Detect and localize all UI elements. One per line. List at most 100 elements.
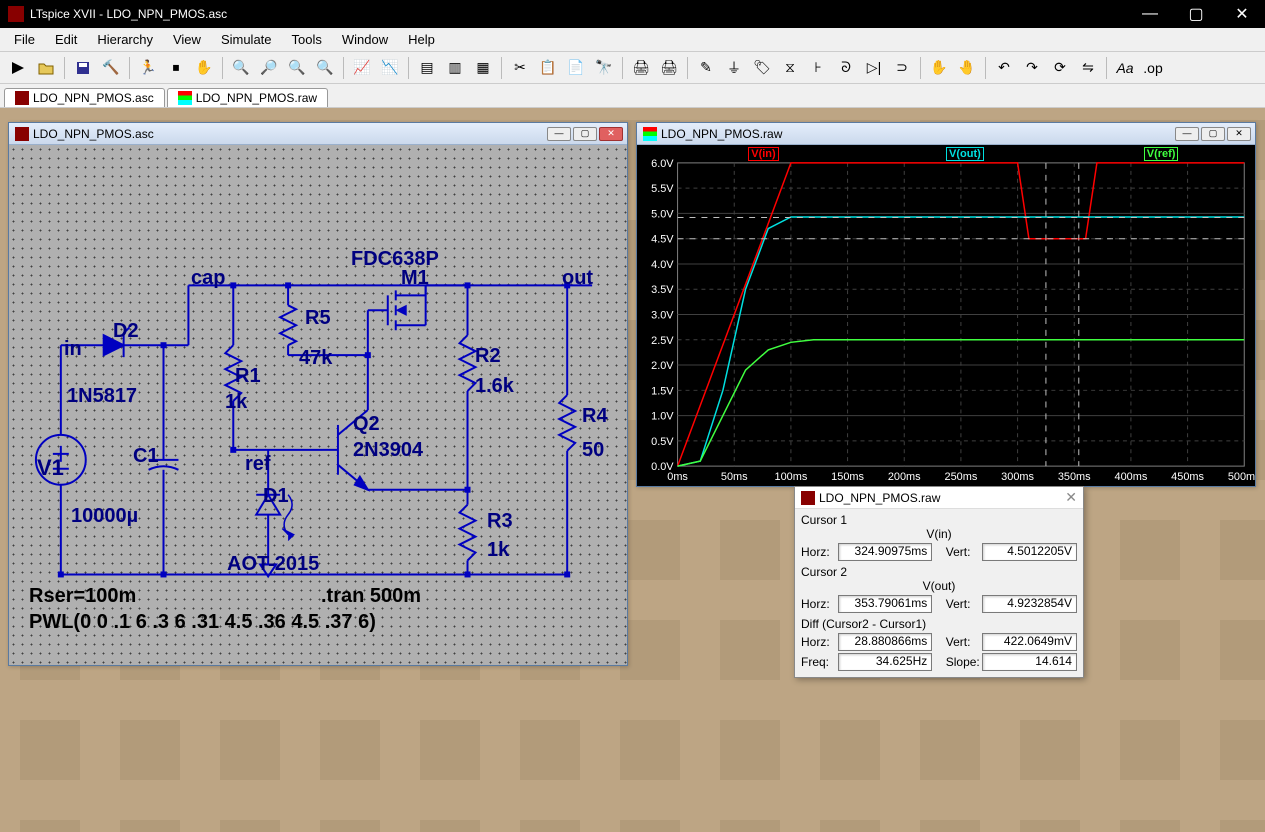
runner-icon[interactable]: 🏃 bbox=[136, 56, 160, 80]
stop-icon[interactable]: ⏹ bbox=[164, 56, 188, 80]
net-label-out: out bbox=[562, 267, 593, 290]
cursor-window-close[interactable]: ✕ bbox=[1065, 489, 1077, 506]
find-icon[interactable]: 🔭 bbox=[592, 56, 616, 80]
legend-vref[interactable]: V(ref) bbox=[1144, 147, 1179, 161]
label-icon[interactable]: 🏷 bbox=[750, 56, 774, 80]
undo-icon[interactable]: ↶ bbox=[992, 56, 1016, 80]
schematic-titlebar[interactable]: LDO_NPN_PMOS.asc — ▢ ✕ bbox=[9, 123, 627, 145]
cursor1-horz-value[interactable]: 324.90975ms bbox=[838, 543, 933, 561]
cursor2-horz-value[interactable]: 353.79061ms bbox=[838, 595, 933, 613]
part-label-1n5817: 1N5817 bbox=[67, 385, 137, 408]
rotate-icon[interactable]: ⟳ bbox=[1048, 56, 1072, 80]
zoom-fit-icon[interactable]: 🔍 bbox=[285, 56, 309, 80]
drag-icon[interactable]: 🤚 bbox=[955, 56, 979, 80]
hammer-icon[interactable]: 🔨 bbox=[99, 56, 123, 80]
menu-edit[interactable]: Edit bbox=[45, 30, 87, 49]
paste-icon[interactable]: 📄 bbox=[564, 56, 588, 80]
toolbar: 🔨 🏃 ⏹ ✋ 🔍 🔎 🔍 🔍 📈 📉 ▤ ▥ ▦ ✂ 📋 📄 🔭 🖨 🖨 ✎ … bbox=[0, 52, 1265, 84]
print-icon[interactable]: 🖨 bbox=[629, 56, 653, 80]
document-tabs: LDO_NPN_PMOS.asc LDO_NPN_PMOS.raw bbox=[0, 84, 1265, 108]
plot-minimize-button[interactable]: — bbox=[1175, 127, 1199, 141]
cursor1-vert-value[interactable]: 4.5012205V bbox=[982, 543, 1077, 561]
value-label-r2: 1.6k bbox=[475, 375, 514, 398]
minimize-button[interactable]: — bbox=[1127, 0, 1173, 28]
menu-help[interactable]: Help bbox=[398, 30, 445, 49]
menu-hierarchy[interactable]: Hierarchy bbox=[87, 30, 163, 49]
maximize-button[interactable]: ▢ bbox=[1173, 0, 1219, 28]
component-icon[interactable]: ⊃ bbox=[890, 56, 914, 80]
cursor2-label: Cursor 2 bbox=[801, 565, 1077, 579]
plot-window-title: LDO_NPN_PMOS.raw bbox=[661, 127, 782, 141]
plot-svg: 0.0V0.5V1.0V1.5V2.0V2.5V3.0V3.5V4.0V4.5V… bbox=[637, 145, 1255, 486]
print-setup-icon[interactable]: 🖨 bbox=[657, 56, 681, 80]
zoom-out-icon[interactable]: 🔎 bbox=[257, 56, 281, 80]
sch-close-button[interactable]: ✕ bbox=[599, 127, 623, 141]
legend-vin[interactable]: V(in) bbox=[748, 147, 778, 161]
run-button[interactable] bbox=[6, 56, 30, 80]
cut-icon[interactable]: ✂ bbox=[508, 56, 532, 80]
spice-directive-pwl: PWL(0 0 .1 6 .3 6 .31 4.5 .36 4.5 .37 6) bbox=[29, 611, 376, 634]
menu-window[interactable]: Window bbox=[332, 30, 398, 49]
net-label-in: in bbox=[64, 338, 82, 361]
move-icon[interactable]: ✋ bbox=[927, 56, 951, 80]
copy-icon[interactable]: 📋 bbox=[536, 56, 560, 80]
open-button[interactable] bbox=[34, 56, 58, 80]
svg-text:2.5V: 2.5V bbox=[651, 335, 674, 347]
ground-icon[interactable]: ⏚ bbox=[722, 56, 746, 80]
redo-icon[interactable]: ↷ bbox=[1020, 56, 1044, 80]
plot-close-button[interactable]: ✕ bbox=[1227, 127, 1251, 141]
cursor1-label: Cursor 1 bbox=[801, 513, 1077, 527]
sch-maximize-button[interactable]: ▢ bbox=[573, 127, 597, 141]
menu-view[interactable]: View bbox=[163, 30, 211, 49]
menu-simulate[interactable]: Simulate bbox=[211, 30, 282, 49]
title-bar: LTspice XVII - LDO_NPN_PMOS.asc — ▢ ✕ bbox=[0, 0, 1265, 28]
mirror-icon[interactable]: ⇋ bbox=[1076, 56, 1100, 80]
wire-icon[interactable]: ✎ bbox=[694, 56, 718, 80]
cursor2-vert-value[interactable]: 4.9232854V bbox=[982, 595, 1077, 613]
comp-label-d2: D2 bbox=[113, 320, 139, 343]
comp-label-r3: R3 bbox=[487, 510, 513, 533]
net-label-cap: cap bbox=[191, 267, 225, 290]
schematic-icon bbox=[15, 91, 29, 105]
tab-schematic[interactable]: LDO_NPN_PMOS.asc bbox=[4, 88, 165, 107]
cursor1-signal[interactable]: V(in) bbox=[801, 527, 1077, 541]
comp-label-v1: V1 bbox=[37, 455, 64, 481]
cursor-window[interactable]: LDO_NPN_PMOS.raw ✕ Cursor 1 V(in) Horz: … bbox=[794, 486, 1084, 678]
comp-label-m1: M1 bbox=[401, 267, 429, 290]
tile-horz-icon[interactable]: ▤ bbox=[415, 56, 439, 80]
diff-freq-value: 34.625Hz bbox=[838, 653, 933, 671]
svg-text:450ms: 450ms bbox=[1171, 471, 1204, 483]
plot-maximize-button[interactable]: ▢ bbox=[1201, 127, 1225, 141]
text-icon[interactable]: Aa bbox=[1113, 56, 1137, 80]
inductor-icon[interactable]: ᘐ bbox=[834, 56, 858, 80]
autorange-icon[interactable]: 📈 bbox=[350, 56, 374, 80]
plot-canvas[interactable]: 0.0V0.5V1.0V1.5V2.0V2.5V3.0V3.5V4.0V4.5V… bbox=[637, 145, 1255, 486]
diff-slope-label: Slope: bbox=[946, 655, 983, 669]
spice-directive-rser: Rser=100m bbox=[29, 585, 136, 608]
menu-tools[interactable]: Tools bbox=[282, 30, 332, 49]
menu-file[interactable]: File bbox=[4, 30, 45, 49]
tile-vert-icon[interactable]: ▥ bbox=[443, 56, 467, 80]
svg-text:400ms: 400ms bbox=[1115, 471, 1148, 483]
schematic-canvas[interactable]: in D2 1N5817 V1 C1 10000µ cap R1 1k ref … bbox=[9, 145, 627, 665]
resistor-icon[interactable]: ⧖ bbox=[778, 56, 802, 80]
workspace: LDO_NPN_PMOS.asc — ▢ ✕ bbox=[0, 108, 1265, 832]
value-label-r1: 1k bbox=[225, 391, 247, 414]
diode-icon[interactable]: ▷| bbox=[862, 56, 886, 80]
plot-titlebar[interactable]: LDO_NPN_PMOS.raw — ▢ ✕ bbox=[637, 123, 1255, 145]
autorange2-icon[interactable]: 📉 bbox=[378, 56, 402, 80]
zoom-off-icon[interactable]: 🔍 bbox=[313, 56, 337, 80]
tab-waveform[interactable]: LDO_NPN_PMOS.raw bbox=[167, 88, 328, 107]
capacitor-icon[interactable]: ⊦ bbox=[806, 56, 830, 80]
sch-minimize-button[interactable]: — bbox=[547, 127, 571, 141]
pan-icon[interactable]: ✋ bbox=[192, 56, 216, 80]
tile-cascade-icon[interactable]: ▦ bbox=[471, 56, 495, 80]
diff-label: Diff (Cursor2 - Cursor1) bbox=[801, 617, 1077, 631]
close-button[interactable]: ✕ bbox=[1219, 0, 1265, 28]
cursor-window-titlebar[interactable]: LDO_NPN_PMOS.raw ✕ bbox=[795, 487, 1083, 509]
cursor2-signal[interactable]: V(out) bbox=[801, 579, 1077, 593]
legend-vout[interactable]: V(out) bbox=[946, 147, 984, 161]
save-button[interactable] bbox=[71, 56, 95, 80]
spice-directive-icon[interactable]: .op bbox=[1141, 56, 1165, 80]
zoom-in-icon[interactable]: 🔍 bbox=[229, 56, 253, 80]
